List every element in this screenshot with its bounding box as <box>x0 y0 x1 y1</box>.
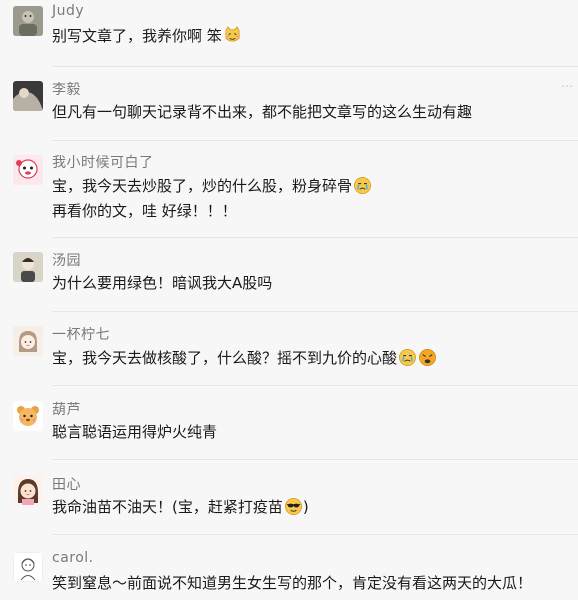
divider <box>52 385 578 386</box>
comment-line: 再看你的文，哇 好绿！！！ <box>52 202 237 220</box>
crying-face-icon <box>398 348 417 367</box>
comment-text: 为什么要用绿色！暗讽我大A股吗 <box>52 271 272 295</box>
comment-text: 聪言聪语运用得炉火纯青 <box>52 420 217 444</box>
cat-face-icon <box>223 26 242 45</box>
avatar[interactable] <box>13 401 43 431</box>
comment-text: 再看你的文，哇 好绿！！！ <box>52 199 237 223</box>
comment-author[interactable]: 一杯柠七 <box>52 324 110 344</box>
avatar-image-icon <box>13 401 43 431</box>
avatar[interactable] <box>13 475 43 505</box>
comment-line: 宝，我今天去做核酸了，什么酸？摇不到九价的心酸 <box>52 349 398 367</box>
comment-author[interactable]: 我小时候可白了 <box>52 152 154 172</box>
comment-line: 别写文章了，我养你啊 笨 <box>52 27 222 45</box>
comment-text: 宝，我今天去炒股了，炒的什么股，粉身碎骨 <box>52 174 372 198</box>
comment-author[interactable]: carol. <box>52 550 94 566</box>
divider <box>52 459 578 460</box>
comment-text: 笑到窒息～前面说不知道男生女生写的那个，肯定没有看这两天的大瓜！ <box>52 571 532 595</box>
comment-text: 我命油苗不油天！(宝，赶紧打疫苗) <box>52 495 309 519</box>
comment-author[interactable]: 葫芦 <box>52 399 81 419</box>
comment-author[interactable]: 李毅 <box>52 79 81 99</box>
comment-author[interactable]: 汤园 <box>52 250 81 270</box>
avatar-image-icon <box>13 252 43 282</box>
avatar-image-icon <box>13 6 43 36</box>
comment-line: 为什么要用绿色！暗讽我大A股吗 <box>52 274 273 292</box>
divider <box>52 140 578 141</box>
comment-line: 聪言聪语运用得炉火纯青 <box>52 423 218 441</box>
avatar-image-icon <box>13 475 43 505</box>
comment-text: 但凡有一句聊天记录背不出来，都不能把文章写的这么生动有趣 <box>52 100 472 124</box>
comment-line: 宝，我今天去炒股了，炒的什么股，粉身碎骨 <box>52 177 353 195</box>
avatar[interactable] <box>13 6 43 36</box>
avatar[interactable] <box>13 552 43 582</box>
avatar-image-icon <box>13 81 43 111</box>
comment-text: 宝，我今天去做核酸了，什么酸？摇不到九价的心酸 <box>52 346 437 370</box>
comment-line: 笑到窒息～前面说不知道男生女生写的那个，肯定没有看这两天的大瓜！ <box>52 574 533 592</box>
avatar[interactable] <box>13 326 43 356</box>
divider <box>52 237 578 238</box>
comment-line: 但凡有一句聊天记录背不出来，都不能把文章写的这么生动有趣 <box>52 103 473 121</box>
comment-line: ) <box>302 498 309 516</box>
comment-author[interactable]: Judy <box>52 3 84 19</box>
more-options-icon[interactable]: … <box>561 76 574 90</box>
crying-face-icon <box>353 176 372 195</box>
sunglasses-face-icon <box>284 497 303 516</box>
comment-text: 别写文章了，我养你啊 笨 <box>52 24 242 48</box>
comment-line: 我命油苗不油天！(宝，赶紧打疫苗 <box>52 498 283 516</box>
divider <box>52 66 578 67</box>
avatar-image-icon <box>13 326 43 356</box>
divider <box>52 311 578 312</box>
avatar-image-icon <box>13 552 43 582</box>
comment-author[interactable]: 田心 <box>52 474 81 494</box>
avatar[interactable] <box>13 252 43 282</box>
divider <box>52 534 578 535</box>
weary-face-icon <box>418 348 437 367</box>
avatar-image-icon <box>13 155 43 185</box>
avatar[interactable] <box>13 155 43 185</box>
avatar[interactable] <box>13 81 43 111</box>
